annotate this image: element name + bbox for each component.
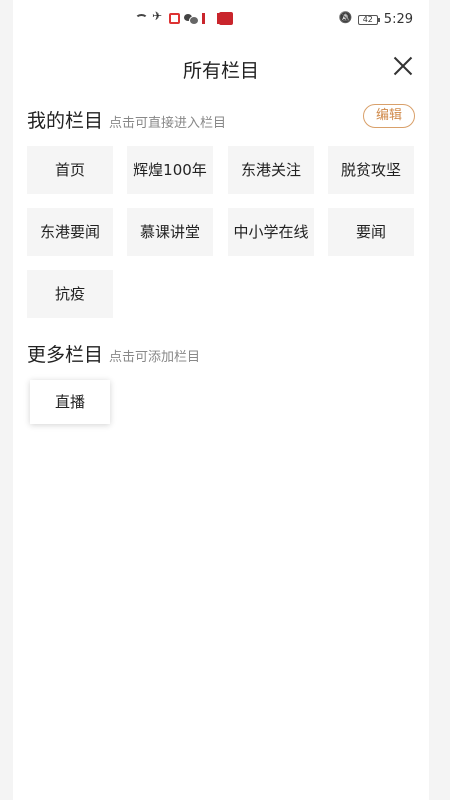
- status-time: 5:29: [383, 12, 413, 27]
- edit-button[interactable]: 编辑: [363, 104, 415, 128]
- red-app-icon: [219, 12, 233, 25]
- status-icons-left: [135, 9, 233, 25]
- channel-chip-school-online[interactable]: 中小学在线: [228, 208, 314, 256]
- my-channels-title: 我的栏目: [27, 110, 104, 132]
- channel-chip-poverty[interactable]: 脱贫攻坚: [328, 146, 414, 194]
- header: 所有栏目: [13, 50, 429, 86]
- channel-chip-donggang-focus[interactable]: 东港关注: [228, 146, 314, 194]
- battery-icon: 42: [357, 14, 380, 25]
- my-channels-header: 我的栏目 点击可直接进入栏目: [27, 106, 226, 134]
- status-bar: 42 5:29: [13, 8, 429, 32]
- channel-chip-donggang-news[interactable]: 东港要闻: [27, 208, 113, 256]
- wechat-icon: [184, 12, 199, 25]
- app-notification-icon: [169, 13, 180, 24]
- more-channels-title: 更多栏目: [27, 344, 104, 366]
- channel-chip-mooc[interactable]: 慕课讲堂: [127, 208, 213, 256]
- status-icons-right: 42 5:29: [339, 12, 413, 27]
- close-icon[interactable]: [391, 54, 415, 78]
- channel-chip-glory-100[interactable]: 辉煌100年: [127, 146, 213, 194]
- channel-chip-anti-epidemic[interactable]: 抗疫: [27, 270, 113, 318]
- channel-chip-headlines[interactable]: 要闻: [328, 208, 414, 256]
- channel-chip-home[interactable]: 首页: [27, 146, 113, 194]
- news-app-icon: [201, 12, 220, 25]
- more-channels-header: 更多栏目 点击可添加栏目: [27, 340, 200, 368]
- my-channels-hint: 点击可直接进入栏目: [109, 116, 227, 131]
- mute-bell-icon: [339, 13, 352, 26]
- airplane-icon: [152, 9, 165, 25]
- channel-manager-sheet: 42 5:29 所有栏目 我的栏目 点击可直接进入栏目 编辑 首页 辉煌100年…: [13, 0, 429, 800]
- more-channels-hint: 点击可添加栏目: [109, 350, 201, 365]
- channel-chip-live[interactable]: 直播: [30, 380, 110, 424]
- page-title: 所有栏目: [182, 60, 259, 82]
- wifi-icon: [135, 13, 148, 24]
